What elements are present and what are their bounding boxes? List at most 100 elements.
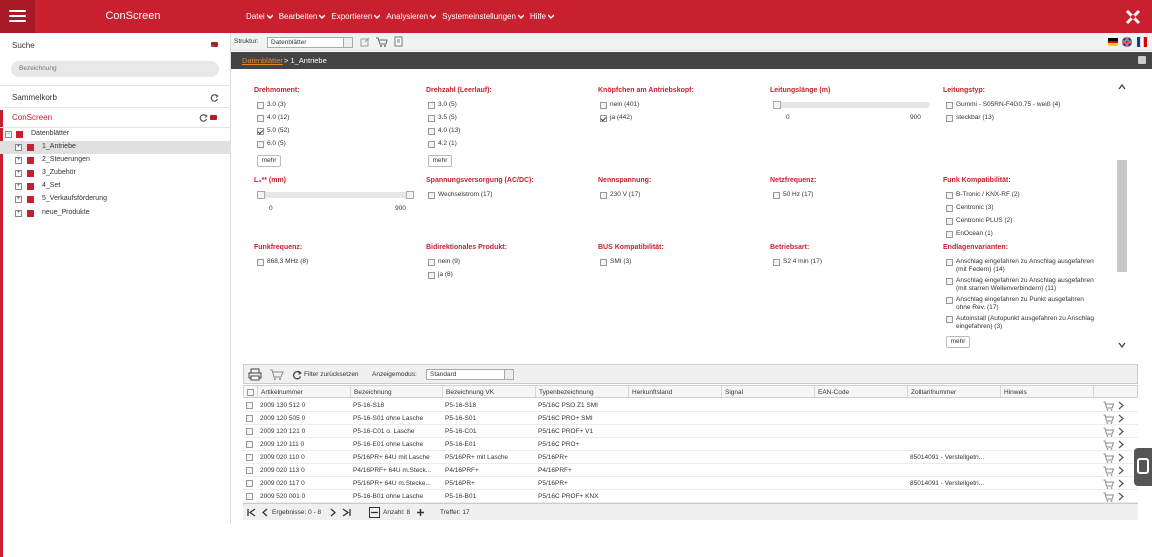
- column-header[interactable]: Typenbezeichnung: [539, 389, 594, 396]
- column-header[interactable]: Bezeichnung: [354, 389, 392, 396]
- filter-option[interactable]: Gummi - S05RN-F4G0,75 - weiß (4): [956, 101, 1060, 109]
- filter-checkbox[interactable]: [946, 115, 953, 122]
- filter-option[interactable]: 3.0 (5): [438, 101, 457, 109]
- document-icon[interactable]: [394, 36, 403, 47]
- more-button[interactable]: mehr: [946, 336, 970, 348]
- filter-option[interactable]: 3.5 (5): [438, 114, 457, 122]
- filter-scrollbar[interactable]: [1116, 80, 1128, 352]
- filter-option[interactable]: nein (9): [438, 258, 460, 266]
- more-button[interactable]: mehr: [257, 155, 281, 167]
- refresh-icon[interactable]: [292, 370, 302, 380]
- filter-option[interactable]: Autoinstall (Autopunkt ausgefahren zu An…: [956, 315, 1094, 331]
- row-checkbox[interactable]: [246, 493, 253, 500]
- column-header[interactable]: Bezeichnung VK: [446, 389, 494, 396]
- add-to-cart-icon[interactable]: [269, 368, 285, 381]
- filter-option[interactable]: 6.0 (5): [267, 140, 286, 148]
- struktur-select[interactable]: Datenblätter: [267, 37, 353, 48]
- more-button[interactable]: mehr: [428, 155, 452, 167]
- filter-checkbox[interactable]: [946, 316, 953, 323]
- table-row[interactable]: 2009 020 113 0 P4/16PRF+ 64U m.Steck... P4…: [243, 464, 1138, 477]
- first-page-icon[interactable]: [247, 508, 256, 517]
- eraser-icon[interactable]: [210, 41, 219, 48]
- table-row[interactable]: 2009 120 505 0 P5-16-S01 ohne Lasche P5-16…: [243, 412, 1138, 425]
- tree-item-4-set[interactable]: + 4_Set: [0, 180, 231, 193]
- select-all-checkbox[interactable]: [247, 389, 254, 396]
- chevron-right-icon[interactable]: [1118, 479, 1124, 488]
- menu-hilfe[interactable]: Hilfe: [530, 12, 554, 21]
- previous-page-icon[interactable]: [261, 508, 268, 517]
- column-header[interactable]: Artikelnummer: [261, 389, 303, 396]
- filter-checkbox[interactable]: [946, 259, 953, 266]
- next-page-icon[interactable]: [330, 508, 337, 517]
- filter-checkbox[interactable]: [946, 278, 953, 285]
- filter-option[interactable]: 230 V (17): [610, 191, 640, 199]
- add-to-cart-icon[interactable]: [1103, 466, 1115, 476]
- filter-option[interactable]: ja (8): [438, 271, 453, 279]
- filter-checkbox[interactable]: [428, 192, 435, 199]
- row-checkbox[interactable]: [246, 441, 253, 448]
- slider-handle[interactable]: [406, 191, 414, 199]
- chevron-right-icon[interactable]: [1118, 427, 1124, 436]
- filter-option[interactable]: Anschlag eingefahren zu Anschlag ausgefa…: [956, 258, 1094, 274]
- table-row[interactable]: 2009 120 111 0 P5-16-E01 ohne Lasche P5-16…: [243, 438, 1138, 451]
- leitungslaenge-slider[interactable]: [773, 101, 930, 109]
- expand-icon[interactable]: +: [15, 196, 22, 203]
- menu-datei[interactable]: Datei: [246, 12, 273, 21]
- slider-handle[interactable]: [257, 191, 265, 199]
- filter-checkbox[interactable]: [946, 297, 953, 304]
- add-to-cart-icon[interactable]: [1103, 414, 1115, 424]
- table-row[interactable]: 2009 020 117 0 P5/16PR+ 64U m.Stecke... P5…: [243, 477, 1138, 490]
- add-to-cart-icon[interactable]: [1103, 427, 1115, 437]
- expand-icon[interactable]: +: [15, 210, 22, 217]
- table-row[interactable]: 2009 120 121 0 P5-16-C01 o. Lasche P5-16-C…: [243, 425, 1138, 438]
- flag-fr-icon[interactable]: [1137, 37, 1147, 47]
- filter-checkbox[interactable]: [946, 218, 953, 225]
- filter-option[interactable]: SMI (3): [610, 258, 631, 266]
- column-header[interactable]: Hinweis: [1004, 389, 1027, 396]
- column-header[interactable]: Herkunftsland: [632, 389, 672, 396]
- filter-checkbox[interactable]: [773, 192, 780, 199]
- filter-option[interactable]: Anschlag eingefahren zu Punkt ausgefahre…: [956, 296, 1084, 312]
- l3-slider[interactable]: [257, 191, 414, 199]
- tools-close-icon[interactable]: [1125, 9, 1141, 25]
- settings-icon[interactable]: [1138, 56, 1146, 64]
- filter-option[interactable]: 5.0 (52): [267, 127, 289, 135]
- add-to-cart-icon[interactable]: [1103, 492, 1115, 502]
- column-header[interactable]: Signal: [725, 389, 743, 396]
- filter-option[interactable]: 4.0 (13): [438, 127, 460, 135]
- filter-checkbox[interactable]: [600, 115, 607, 122]
- filter-checkbox[interactable]: [257, 259, 264, 266]
- table-row[interactable]: 2009 130 512 0 P5-16-S18 P5-16-S18 P5/16C P…: [243, 399, 1138, 412]
- expand-icon[interactable]: +: [15, 144, 22, 151]
- chevron-up-icon[interactable]: [1118, 84, 1126, 90]
- chevron-right-icon[interactable]: [1118, 492, 1124, 501]
- refresh-icon[interactable]: [210, 93, 219, 102]
- filter-checkbox[interactable]: [428, 115, 435, 122]
- filter-checkbox[interactable]: [257, 128, 264, 135]
- add-to-cart-icon[interactable]: [1103, 440, 1115, 450]
- chevron-down-icon[interactable]: [1118, 342, 1126, 348]
- filter-checkbox[interactable]: [257, 141, 264, 148]
- scrollbar-thumb[interactable]: [1117, 160, 1127, 272]
- filter-option[interactable]: 4.0 (12): [267, 114, 289, 122]
- chevron-right-icon[interactable]: [1118, 401, 1124, 410]
- collapse-icon[interactable]: −: [5, 131, 12, 138]
- filter-option[interactable]: Centronic (3): [956, 204, 994, 212]
- table-row[interactable]: 2009 020 110 0 P5/16PR+ 64U mit Lasche P5/…: [243, 451, 1138, 464]
- filter-option[interactable]: nein (401): [610, 101, 639, 109]
- row-checkbox[interactable]: [246, 467, 253, 474]
- add-to-cart-icon[interactable]: [1103, 453, 1115, 463]
- filter-option[interactable]: 4.2 (1): [438, 140, 457, 148]
- expand-icon[interactable]: +: [15, 183, 22, 190]
- export-icon[interactable]: [360, 37, 370, 47]
- filter-checkbox[interactable]: [946, 231, 953, 238]
- slider-handle[interactable]: [773, 101, 781, 109]
- decrease-icon[interactable]: [369, 507, 380, 518]
- filter-option[interactable]: S2 4 min (17): [783, 258, 822, 266]
- refresh-icon[interactable]: [199, 113, 219, 122]
- breadcrumb-link[interactable]: Datenblätter: [242, 56, 283, 65]
- filter-option[interactable]: ja (442): [610, 114, 632, 122]
- chevron-right-icon[interactable]: [1118, 440, 1124, 449]
- menu-systemeinstellungen[interactable]: Systemeinstellungen: [442, 12, 524, 21]
- table-row[interactable]: 2009 520 001 0 P5-16-B01 ohne Lasche P5-16…: [243, 490, 1138, 503]
